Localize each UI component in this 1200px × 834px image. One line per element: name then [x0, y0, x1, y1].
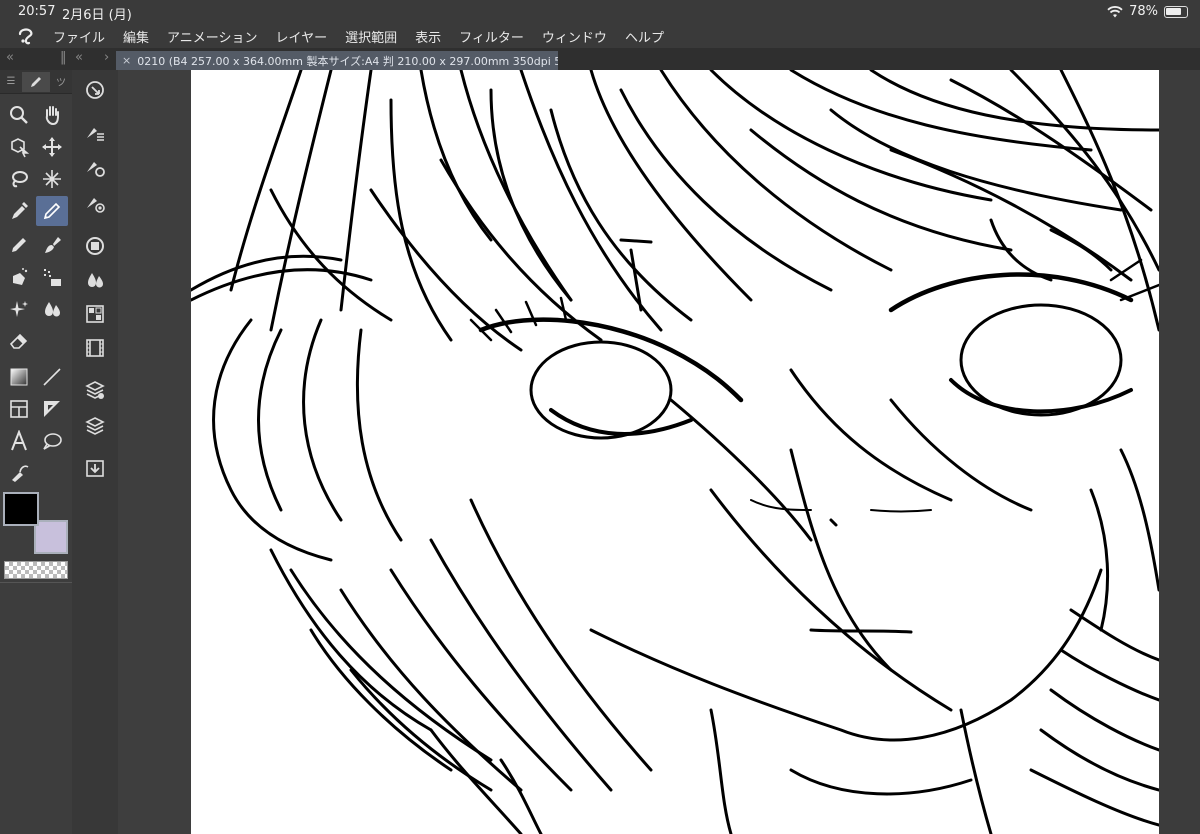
- eraser-icon[interactable]: [3, 326, 35, 356]
- wifi-icon: [1107, 5, 1123, 17]
- tab-tool-pen-icon[interactable]: [22, 71, 50, 92]
- color-wheel-icon[interactable]: [80, 232, 110, 260]
- eyedropper-icon[interactable]: [3, 196, 35, 226]
- tool-panel-tabs: ☰ ツ: [0, 70, 72, 94]
- magic-wand-icon[interactable]: [36, 164, 68, 194]
- timeline-icon[interactable]: [80, 334, 110, 362]
- main-color-swatch[interactable]: [3, 492, 39, 526]
- export-icon[interactable]: [80, 454, 110, 482]
- date: 2月6日 (月): [62, 8, 132, 23]
- zoom-icon[interactable]: [3, 100, 35, 130]
- layer-icon[interactable]: [80, 412, 110, 440]
- menu-edit[interactable]: 編集: [114, 27, 158, 46]
- line-icon[interactable]: [36, 362, 68, 392]
- brush-size-icon[interactable]: [80, 190, 110, 218]
- text-icon[interactable]: [3, 426, 35, 456]
- brush-icon[interactable]: [36, 230, 68, 260]
- canvas-area[interactable]: [118, 70, 1200, 834]
- battery-percent: 78%: [1129, 4, 1158, 19]
- menu-filter[interactable]: フィルター: [450, 27, 533, 46]
- right-panel-edge: [1159, 70, 1200, 834]
- layer-property-icon[interactable]: [80, 376, 110, 404]
- sparkle-icon[interactable]: [3, 294, 35, 324]
- menu-window[interactable]: ウィンドウ: [533, 27, 616, 46]
- color-set-icon[interactable]: [80, 266, 110, 294]
- balloon-icon[interactable]: [36, 426, 68, 456]
- collapse-left-icon[interactable]: «: [6, 50, 14, 65]
- decoration-icon[interactable]: [36, 262, 68, 292]
- color-indicator: [0, 490, 72, 585]
- menu-bar: ファイル 編集 アニメーション レイヤー 選択範囲 表示 フィルター ウィンドウ…: [0, 24, 1200, 48]
- airbrush-icon[interactable]: [3, 262, 35, 292]
- panel-divider-icon[interactable]: ‖: [60, 50, 67, 65]
- close-tab-icon[interactable]: ×: [122, 54, 131, 67]
- command-bar: [72, 70, 118, 834]
- navigator-icon[interactable]: [80, 76, 110, 104]
- scroll-right-icon[interactable]: ›: [104, 50, 109, 65]
- pen-icon[interactable]: [36, 196, 68, 226]
- ruler-icon[interactable]: [36, 394, 68, 424]
- sketch-artwork[interactable]: [191, 70, 1159, 834]
- pencil-icon[interactable]: [3, 230, 35, 260]
- menu-animation[interactable]: アニメーション: [158, 27, 266, 46]
- panel-menu-icon[interactable]: ☰: [0, 72, 22, 92]
- drawing-canvas[interactable]: [191, 70, 1159, 834]
- sub-color-swatch[interactable]: [34, 520, 68, 554]
- color-divider: [0, 582, 72, 583]
- battery-icon: [1164, 5, 1188, 18]
- hand-icon[interactable]: [36, 100, 68, 130]
- object-select-icon[interactable]: [3, 132, 35, 162]
- menu-file[interactable]: ファイル: [44, 27, 114, 46]
- menu-view[interactable]: 表示: [406, 27, 450, 46]
- clip-studio-logo-icon[interactable]: [10, 24, 44, 48]
- menu-layer[interactable]: レイヤー: [267, 27, 337, 46]
- status-bar: 20:57 2月6日 (月) 78%: [0, 0, 1200, 24]
- battery-fill: [1166, 7, 1181, 15]
- tool-panel: ☰ ツ: [0, 70, 72, 834]
- correct-line-icon[interactable]: [3, 458, 35, 488]
- document-tab-title: 0210 (B4 257.00 x 364.00mm 製本サイズ:A4 判 21…: [137, 54, 558, 68]
- document-tab[interactable]: × 0210 (B4 257.00 x 364.00mm 製本サイズ:A4 判 …: [116, 51, 558, 70]
- transparent-color-swatch[interactable]: [4, 561, 68, 579]
- tool-property-icon[interactable]: [80, 154, 110, 182]
- menu-help[interactable]: ヘルプ: [616, 27, 673, 46]
- move-icon[interactable]: [36, 132, 68, 162]
- frame-icon[interactable]: [3, 394, 35, 424]
- document-tab-bar: « ‖ « › × 0210 (B4 257.00 x 364.00mm 製本サ…: [0, 48, 1200, 70]
- sub-tool-icon[interactable]: [80, 120, 110, 148]
- material-icon[interactable]: [80, 300, 110, 328]
- battery-area: 78%: [1107, 4, 1188, 19]
- tab-tool-more-icon[interactable]: ツ: [50, 72, 72, 92]
- gradient-icon[interactable]: [3, 362, 35, 392]
- clock: 20:57: [18, 4, 56, 19]
- collapse-command-icon[interactable]: «: [75, 50, 83, 65]
- blend-icon[interactable]: [36, 294, 68, 324]
- menu-selection[interactable]: 選択範囲: [336, 27, 406, 46]
- lasso-icon[interactable]: [3, 164, 35, 194]
